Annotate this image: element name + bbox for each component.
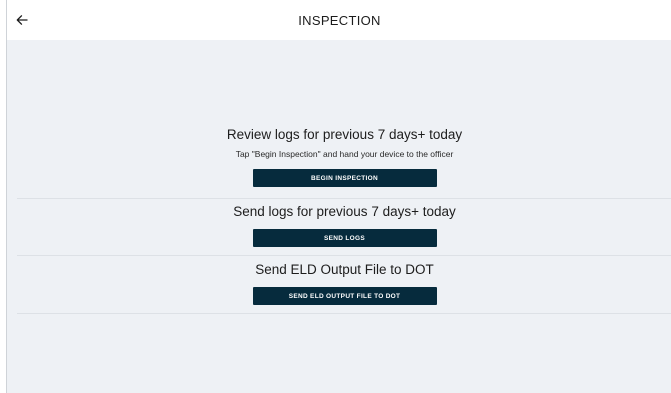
send-eld-heading: Send ELD Output File to DOT	[255, 262, 434, 277]
arrow-left-icon	[16, 15, 28, 25]
header-bar: INSPECTION	[7, 0, 671, 40]
review-logs-section: Review logs for previous 7 days+ today T…	[17, 127, 671, 199]
inspection-screen: INSPECTION Review logs for previous 7 da…	[6, 0, 671, 393]
review-logs-heading: Review logs for previous 7 days+ today	[226, 127, 463, 142]
send-eld-output-button[interactable]: SEND ELD OUTPUT FILE TO DOT	[252, 287, 437, 305]
begin-inspection-button[interactable]: BEGIN INSPECTION	[252, 169, 437, 187]
send-logs-heading: Send logs for previous 7 days+ today	[233, 204, 456, 219]
back-button[interactable]	[12, 10, 32, 30]
page-title: INSPECTION	[298, 12, 381, 28]
send-eld-section: Send ELD Output File to DOT SEND ELD OUT…	[17, 262, 671, 314]
send-logs-button[interactable]: SEND LOGS	[252, 229, 437, 247]
review-logs-instructions: Tap "Begin Inspection" and hand your dev…	[235, 149, 454, 159]
send-logs-section: Send logs for previous 7 days+ today SEN…	[17, 204, 671, 256]
